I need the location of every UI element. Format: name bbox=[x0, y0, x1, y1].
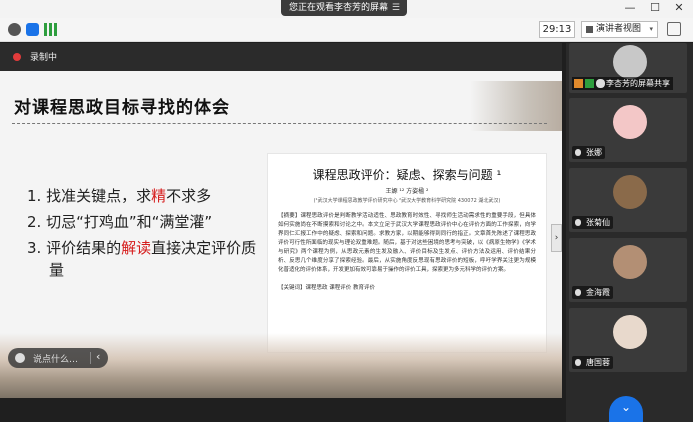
participant-name: 张菊仙 bbox=[586, 218, 610, 227]
avatar bbox=[613, 45, 647, 79]
bullet-list: 1. 找准关键点，求精不求多 2. 切忌“打鸡血”和“满堂灌” 3. 评价结果的… bbox=[27, 185, 257, 285]
mic-icon bbox=[575, 149, 581, 156]
bullet-text: 评价结果的 bbox=[46, 239, 122, 257]
fullscreen-icon[interactable] bbox=[667, 22, 681, 36]
avatar bbox=[613, 245, 647, 279]
participant-name: 李杏芳的屏幕共享 bbox=[606, 79, 670, 88]
emoji-icon[interactable] bbox=[15, 353, 25, 363]
recording-label: 录制中 bbox=[30, 53, 58, 63]
participant-name: 唐国蓉 bbox=[586, 358, 610, 367]
avatar bbox=[613, 315, 647, 349]
bullet-highlight: 精 bbox=[151, 187, 167, 205]
bullet-text: 不求多 bbox=[166, 187, 212, 205]
recording-icon bbox=[13, 53, 21, 61]
participant-label: 李杏芳的屏幕共享 bbox=[572, 77, 673, 90]
avatar bbox=[613, 105, 647, 139]
host-icon bbox=[574, 79, 583, 88]
participant-label: 唐国蓉 bbox=[572, 356, 613, 369]
bottom-strip bbox=[0, 398, 562, 422]
mic-icon bbox=[575, 219, 581, 226]
scroll-down-button[interactable]: ⌄ bbox=[609, 396, 643, 422]
panel-collapse-button[interactable]: › bbox=[551, 224, 562, 252]
bullet-highlight: 解读 bbox=[121, 239, 152, 257]
bullet-text: 找准关键点，求 bbox=[46, 187, 152, 205]
chevron-left-icon[interactable]: ‹ bbox=[96, 350, 100, 363]
avatar bbox=[613, 175, 647, 209]
view-mode-label: 演讲者视图 bbox=[596, 24, 642, 34]
chat-input-bar[interactable]: 说点什么… ‹ bbox=[8, 348, 108, 368]
participant-panel: 李杏芳的屏幕共享 张娜 张菊仙 金海霞 唐国蓉 ⌄ bbox=[566, 43, 693, 422]
participant-label: 金海霞 bbox=[572, 286, 613, 299]
meeting-toolbar: 29:13 演讲者视图 ▾ bbox=[0, 18, 693, 42]
bullet-item: 3. 评价结果的解读直接决定评价质量 bbox=[27, 237, 257, 281]
title-divider bbox=[12, 123, 547, 124]
bullet-number: 2. bbox=[27, 213, 42, 231]
maximize-button[interactable]: ☐ bbox=[648, 2, 662, 14]
mic-icon bbox=[596, 79, 605, 88]
paper-abstract: 【摘要】课程思政评价是判断教学活动适性、思政教育时效性、寻找师生活动需求性的重要… bbox=[278, 213, 536, 273]
minimize-button[interactable]: — bbox=[623, 2, 637, 14]
chat-divider bbox=[90, 352, 91, 364]
participant-tile[interactable]: 唐国蓉 bbox=[569, 308, 687, 372]
participant-name: 张娜 bbox=[586, 148, 602, 157]
bullet-text: 切忌“打鸡血”和“满堂灌” bbox=[46, 213, 213, 231]
slide-title: 对课程思政目标寻找的体会 bbox=[14, 98, 230, 118]
participant-name: 金海霞 bbox=[586, 288, 610, 297]
paper-keywords: 【关键词】课程思政 课程评价 教育评价 bbox=[278, 285, 375, 291]
paper-title: 课程思政评价：疑虑、探索与问题 ¹ bbox=[312, 168, 502, 182]
participant-label: 张菊仙 bbox=[572, 216, 613, 229]
layout-icon bbox=[586, 26, 593, 33]
mic-icon bbox=[575, 289, 581, 296]
screen-share-icon bbox=[585, 79, 594, 88]
share-notice-text: 您正在观看李杏芳的屏幕 bbox=[289, 3, 389, 13]
bullet-number: 1. bbox=[27, 187, 42, 205]
bullet-number: 3. bbox=[27, 239, 42, 257]
mic-icon bbox=[575, 359, 581, 366]
view-mode-dropdown[interactable]: 演讲者视图 ▾ bbox=[581, 21, 658, 38]
bullet-item: 1. 找准关键点，求精不求多 bbox=[27, 185, 257, 207]
title-bar: 您正在观看李杏芳的屏幕 ☰ — ☐ ✕ bbox=[0, 0, 693, 18]
shield-icon[interactable] bbox=[26, 23, 39, 36]
bullet-item: 2. 切忌“打鸡血”和“满堂灌” bbox=[27, 211, 257, 233]
participant-tile[interactable]: 张娜 bbox=[569, 98, 687, 162]
participant-tile[interactable]: 张菊仙 bbox=[569, 168, 687, 232]
chat-placeholder[interactable]: 说点什么… bbox=[33, 352, 78, 365]
paper-excerpt: 课程思政评价：疑虑、探索与问题 ¹ 王嫄 ¹² 方姿楹 ² (¹武汉大学课程思政… bbox=[267, 153, 547, 353]
chevron-down-icon: ▾ bbox=[649, 25, 653, 33]
menu-icon[interactable]: ☰ bbox=[392, 0, 400, 16]
paper-affiliation: (¹武汉大学课程思政教学评价研究中心 ²武汉大学教育科学研究院 430072 湖… bbox=[313, 198, 501, 204]
participant-tile-screen-share[interactable]: 李杏芳的屏幕共享 bbox=[569, 43, 687, 93]
screen-share-notice[interactable]: 您正在观看李杏芳的屏幕 ☰ bbox=[281, 0, 407, 16]
shared-screen: 录制中 对课程思政目标寻找的体会 1. 找准关键点，求精不求多 2. 切忌“打鸡… bbox=[0, 43, 562, 398]
close-button[interactable]: ✕ bbox=[672, 2, 686, 14]
meeting-timer: 29:13 bbox=[539, 21, 575, 38]
participant-tile[interactable]: 金海霞 bbox=[569, 238, 687, 302]
info-icon[interactable] bbox=[8, 23, 21, 36]
signal-icon[interactable] bbox=[44, 23, 57, 36]
recording-bar: 录制中 bbox=[0, 43, 562, 71]
participant-label: 张娜 bbox=[572, 146, 605, 159]
paper-authors: 王嫄 ¹² 方姿楹 ² bbox=[385, 188, 429, 195]
